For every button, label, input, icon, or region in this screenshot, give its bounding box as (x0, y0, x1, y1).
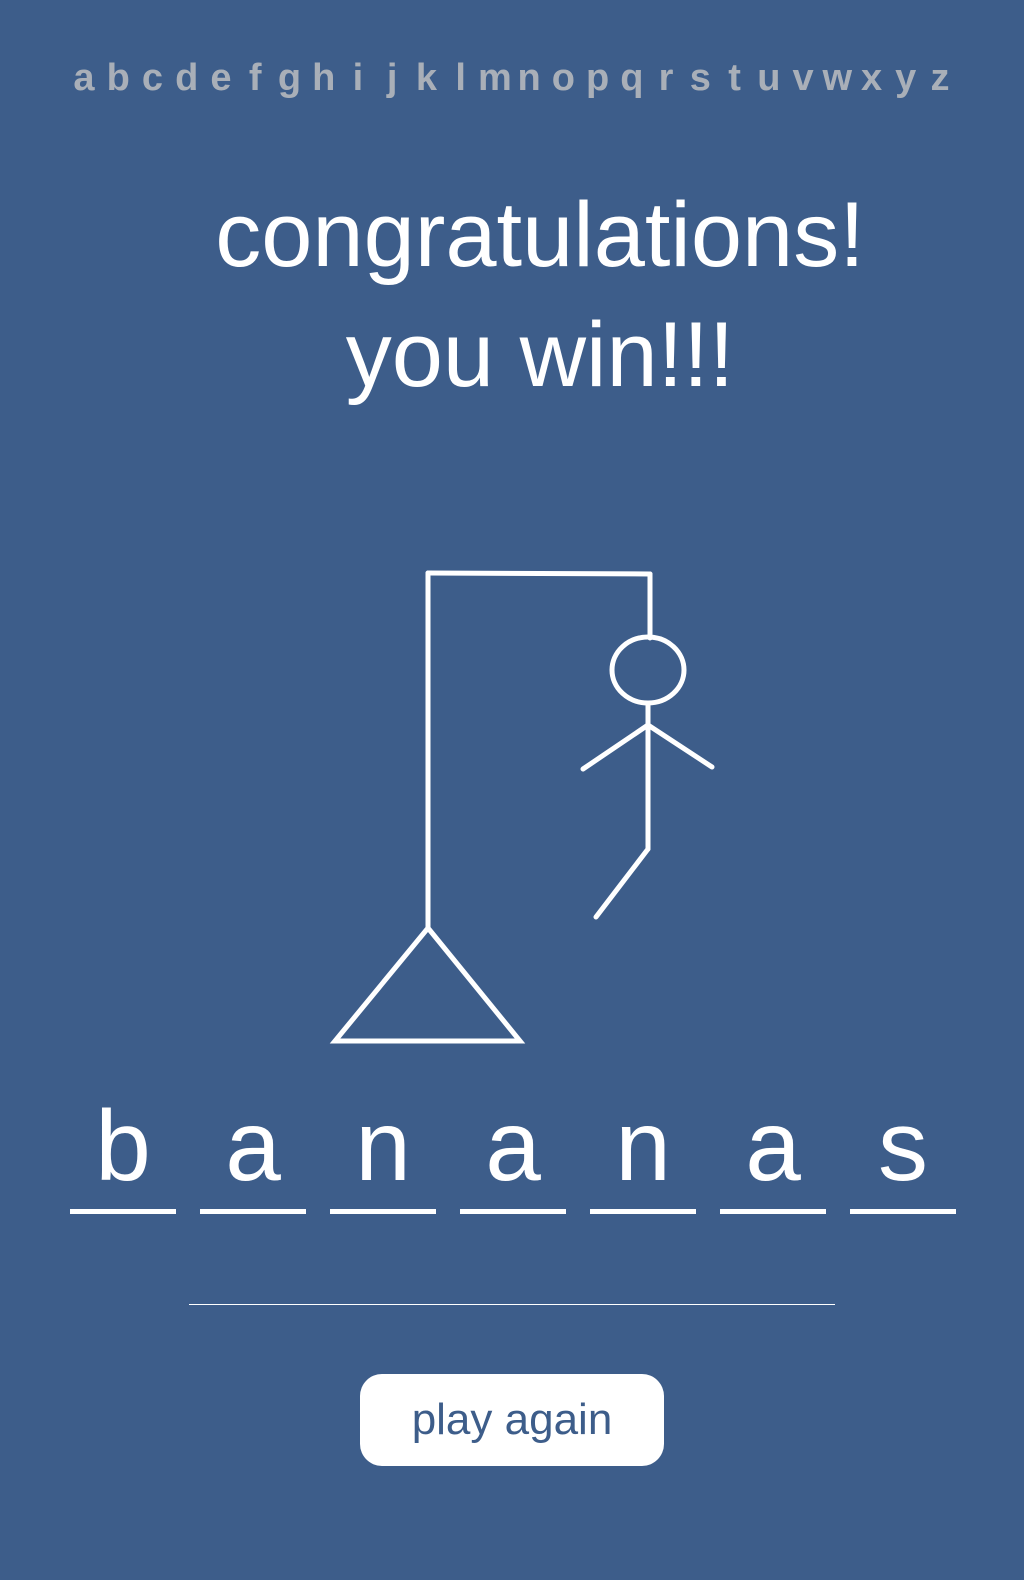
letter-key-q[interactable]: q (620, 52, 643, 104)
play-again-button[interactable]: play again (360, 1374, 664, 1466)
letter-key-c[interactable]: c (142, 52, 163, 104)
letter-key-l[interactable]: l (455, 52, 466, 104)
letter-key-w[interactable]: w (822, 52, 852, 104)
word-slot: n (330, 1090, 436, 1214)
letter-key-u[interactable]: u (757, 52, 780, 104)
letter-key-b[interactable]: b (107, 52, 130, 104)
letter-underline (720, 1209, 826, 1214)
letter-key-k[interactable]: k (416, 52, 437, 104)
letter-key-x[interactable]: x (861, 52, 882, 104)
letter-key-v[interactable]: v (792, 52, 813, 104)
revealed-word: bananas (0, 1090, 1024, 1220)
letter-underline (70, 1209, 176, 1214)
letter-key-g[interactable]: g (278, 52, 301, 104)
word-slot: a (460, 1090, 566, 1214)
letter-underline (200, 1209, 306, 1214)
gallows-base (329, 924, 526, 1044)
figure-left-arm (580, 722, 651, 772)
word-letter: a (485, 1090, 541, 1202)
word-letter: s (878, 1090, 928, 1202)
letter-underline (850, 1209, 956, 1214)
figure-left-leg (593, 846, 651, 920)
word-slot: n (590, 1090, 696, 1214)
figure-head (609, 634, 687, 706)
letter-key-e[interactable]: e (210, 52, 231, 104)
letter-underline (590, 1209, 696, 1214)
letter-key-f[interactable]: f (249, 52, 262, 104)
figure-right-arm (645, 722, 715, 770)
word-slot: s (850, 1090, 956, 1214)
word-letter: n (355, 1090, 411, 1202)
letter-key-n[interactable]: n (518, 52, 541, 104)
letter-key-j[interactable]: j (387, 52, 398, 104)
letter-key-h[interactable]: h (312, 52, 335, 104)
word-slot: a (200, 1090, 306, 1214)
word-slot: a (720, 1090, 826, 1214)
word-letter: b (95, 1090, 151, 1202)
letter-key-p[interactable]: p (586, 52, 609, 104)
word-slot: b (70, 1090, 176, 1214)
word-letter: a (225, 1090, 281, 1202)
letter-key-m[interactable]: m (478, 52, 512, 104)
alphabet-picker: abcdefghijklmnopqrstuvwxyz (0, 52, 1024, 104)
letter-key-y[interactable]: y (895, 52, 916, 104)
letter-key-t[interactable]: t (728, 52, 741, 104)
gallows-beam (425, 570, 653, 577)
letter-key-z[interactable]: z (931, 52, 950, 104)
letter-key-a[interactable]: a (73, 52, 94, 104)
letter-underline (460, 1209, 566, 1214)
word-letter: n (615, 1090, 671, 1202)
letter-key-o[interactable]: o (552, 52, 575, 104)
you-win-text: you win!!! (345, 304, 735, 406)
letter-key-i[interactable]: i (353, 52, 364, 104)
letter-key-r[interactable]: r (659, 52, 674, 104)
letter-key-d[interactable]: d (175, 52, 198, 104)
letter-underline (330, 1209, 436, 1214)
divider-line (189, 1304, 835, 1305)
letter-key-s[interactable]: s (690, 52, 711, 104)
word-letter: a (745, 1090, 801, 1202)
congratulations-text: congratulations! (215, 184, 865, 286)
